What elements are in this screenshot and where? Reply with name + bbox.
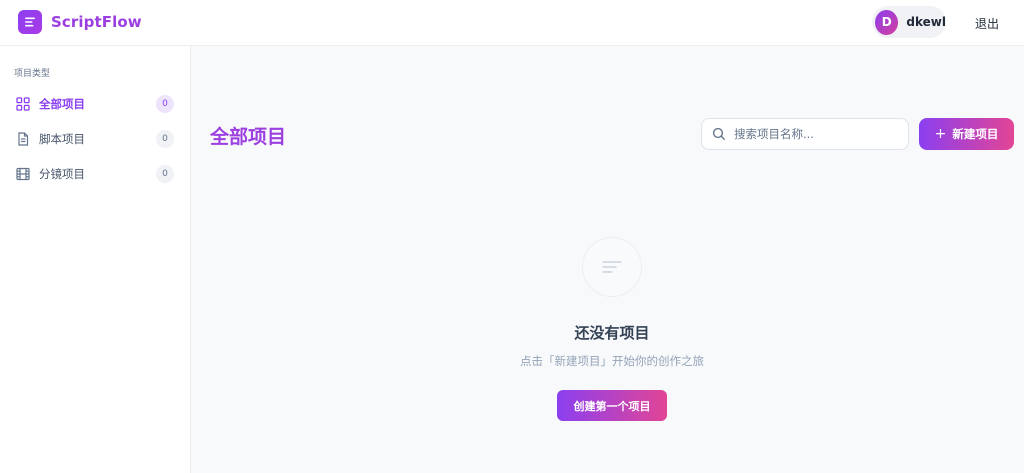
sidebar-item-label: 全部项目 <box>39 97 85 111</box>
count-badge: 0 <box>156 130 174 148</box>
script-logo-icon <box>18 10 42 34</box>
sidebar-item-all-projects[interactable]: 全部项目 0 <box>12 90 178 118</box>
count-badge: 0 <box>156 95 174 113</box>
document-icon <box>16 132 30 146</box>
logo[interactable]: ScriptFlow <box>18 10 142 34</box>
sidebar-item-script-projects[interactable]: 脚本项目 0 <box>12 125 178 153</box>
sidebar-item-label: 分镜项目 <box>39 167 85 181</box>
empty-list-icon <box>582 237 642 297</box>
logout-button[interactable]: 退出 <box>975 15 999 32</box>
sidebar-item-label: 脚本项目 <box>39 132 85 146</box>
sidebar-heading: 项目类型 <box>14 69 51 79</box>
empty-state-title: 还没有项目 <box>574 324 650 342</box>
avatar: D <box>875 9 899 35</box>
film-icon <box>16 167 30 181</box>
user-menu[interactable]: D dkewl <box>872 6 946 38</box>
grid-icon <box>16 97 30 111</box>
search-input[interactable] <box>734 127 894 141</box>
top-header: ScriptFlow D dkewl 退出 <box>0 0 1024 46</box>
search-box <box>701 118 909 150</box>
brand-name: ScriptFlow <box>51 13 142 31</box>
create-first-project-button[interactable]: 创建第一个项目 <box>557 390 667 421</box>
search-icon <box>712 127 726 141</box>
username: dkewl <box>906 15 946 29</box>
new-project-button[interactable]: + 新建项目 <box>919 118 1014 150</box>
sidebar-item-storyboard-projects[interactable]: 分镜项目 0 <box>12 160 178 188</box>
count-badge: 0 <box>156 165 174 183</box>
plus-icon: + <box>934 126 947 142</box>
new-project-label: 新建项目 <box>952 127 999 141</box>
page-title: 全部项目 <box>210 126 287 148</box>
sidebar: 项目类型 全部项目 0 脚本项目 0 分镜项目 0 <box>0 46 191 473</box>
empty-state-subtitle: 点击「新建项目」开始你的创作之旅 <box>520 354 704 368</box>
